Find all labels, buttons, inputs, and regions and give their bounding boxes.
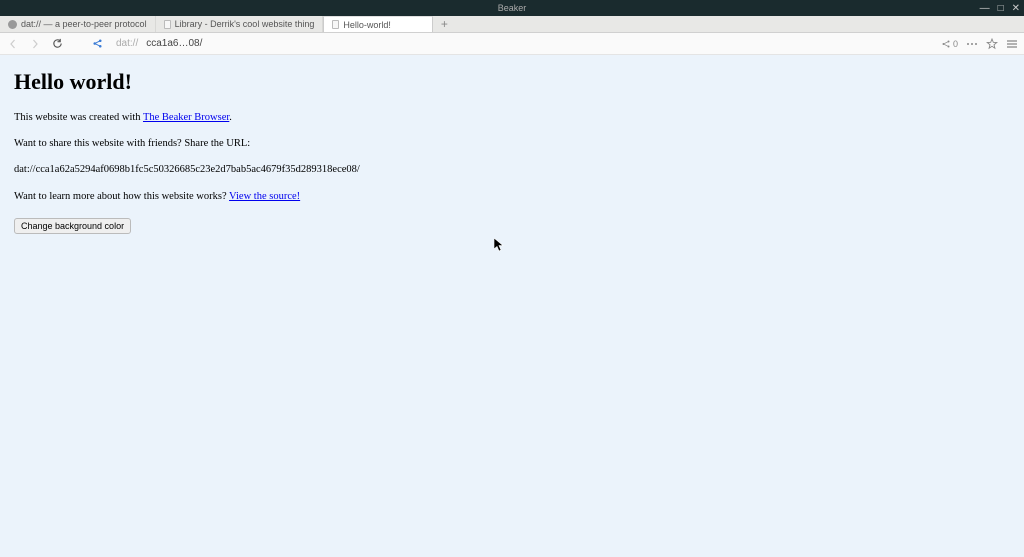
tab-dat-protocol[interactable]: dat:// — a peer-to-peer protocol (0, 16, 156, 32)
titlebar: Beaker — □ ✕ (0, 0, 1024, 16)
globe-icon (8, 20, 17, 29)
forward-button[interactable] (28, 37, 42, 51)
menu-button[interactable] (1006, 38, 1018, 50)
tabbar: dat:// — a peer-to-peer protocol Library… (0, 16, 1024, 33)
tab-label: Hello-world! (343, 20, 391, 30)
url-input[interactable] (146, 36, 933, 51)
share-icon (941, 39, 951, 49)
window-controls: — □ ✕ (980, 3, 1020, 14)
learn-more-paragraph: Want to learn more about how this websit… (14, 190, 1010, 204)
tab-hello-world[interactable]: Hello-world! (323, 16, 433, 32)
toolbar-right: 0 (941, 38, 1018, 50)
file-icon (164, 20, 171, 29)
bookmark-button[interactable] (986, 38, 998, 50)
new-tab-button[interactable]: + (433, 16, 455, 32)
dat-url-paragraph: dat://cca1a62a5294af0698b1fc5c50326685c2… (14, 163, 1010, 177)
peers-button[interactable]: 0 (941, 39, 958, 49)
dots-icon (966, 39, 978, 49)
site-info-button[interactable] (90, 37, 104, 51)
page-heading: Hello world! (14, 69, 1010, 95)
more-button[interactable] (966, 39, 978, 49)
beaker-link[interactable]: The Beaker Browser (143, 112, 229, 123)
reload-icon (52, 38, 63, 49)
star-icon (986, 38, 998, 50)
close-button[interactable]: ✕ (1012, 3, 1020, 14)
hamburger-icon (1006, 38, 1018, 50)
tab-label: dat:// — a peer-to-peer protocol (21, 19, 147, 29)
address-bar: dat:// 0 (0, 33, 1024, 55)
share-prompt-paragraph: Want to share this website with friends?… (14, 137, 1010, 151)
window-title: Beaker (498, 3, 527, 13)
file-icon (332, 20, 339, 29)
tab-label: Library - Derrik's cool website thing (175, 19, 315, 29)
reload-button[interactable] (50, 37, 64, 51)
back-button[interactable] (6, 37, 20, 51)
maximize-button[interactable]: □ (998, 3, 1004, 14)
minimize-button[interactable]: — (980, 3, 990, 14)
change-bg-button[interactable]: Change background color (14, 218, 131, 234)
url-scheme: dat:// (116, 38, 138, 49)
share-icon (92, 38, 103, 49)
peers-count: 0 (953, 39, 958, 49)
tab-library[interactable]: Library - Derrik's cool website thing (156, 16, 324, 32)
view-source-link[interactable]: View the source! (229, 191, 300, 202)
page-content: Hello world! This website was created wi… (0, 55, 1024, 557)
chevron-right-icon (30, 39, 40, 49)
created-with-paragraph: This website was created with The Beaker… (14, 111, 1010, 125)
chevron-left-icon (8, 39, 18, 49)
